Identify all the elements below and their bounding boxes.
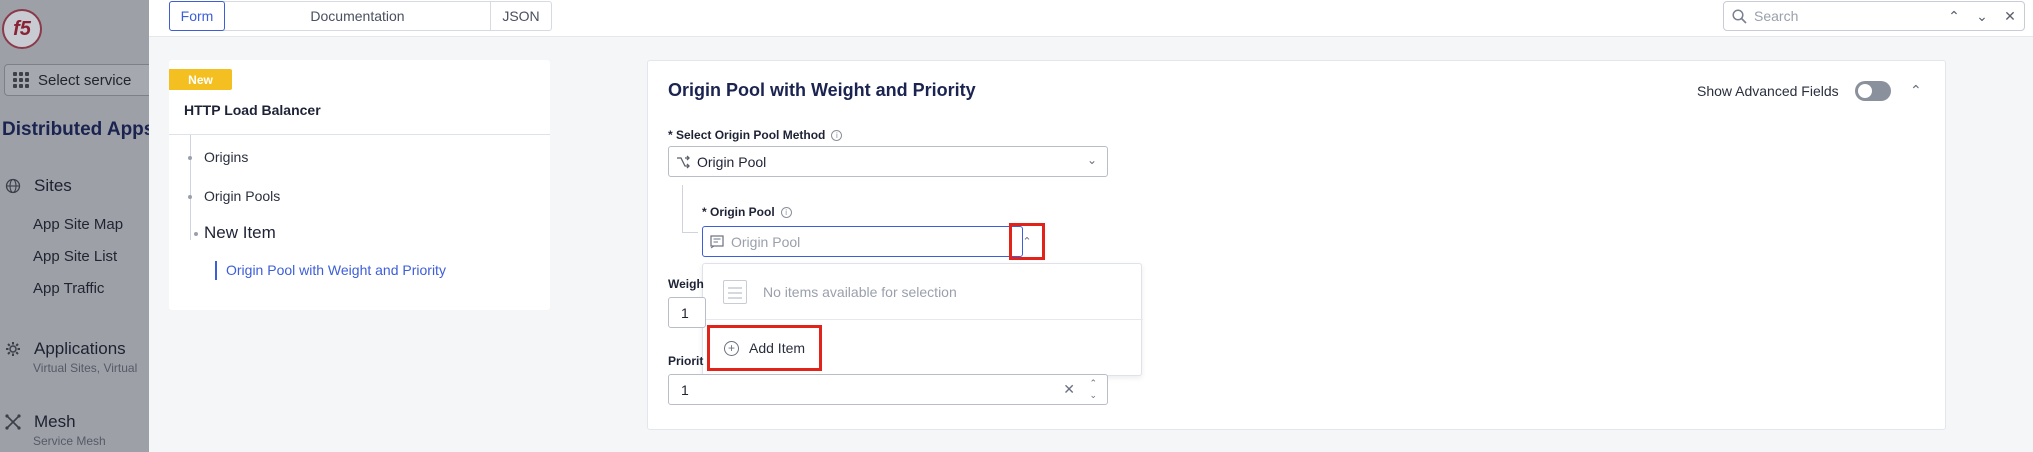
split-arrows-icon: [669, 155, 697, 169]
sidebar-section-label: Sites: [34, 176, 72, 195]
nav-card-title: HTTP Load Balancer: [184, 102, 321, 118]
search-box[interactable]: Search ⌃ ⌄ ✕: [1723, 1, 2025, 31]
tab-form[interactable]: Form: [169, 1, 225, 31]
info-icon[interactable]: i: [831, 130, 843, 142]
empty-list-icon: [723, 279, 747, 304]
sidebar-section-mesh[interactable]: Mesh Service Mesh: [0, 412, 106, 448]
method-select-value: Origin Pool: [697, 153, 767, 170]
add-item-button[interactable]: + Add Item: [707, 325, 822, 371]
f5-logo[interactable]: f5: [2, 9, 42, 49]
origin-pool-dropdown-toggle[interactable]: ⌃: [1009, 223, 1045, 260]
top-bar: Form Documentation JSON Search ⌃ ⌄ ✕: [149, 0, 2033, 37]
list-icon: [703, 234, 731, 249]
tree-dot: [188, 195, 192, 199]
grid-icon: [13, 72, 29, 88]
stepper-icon[interactable]: ⌃ ⌄: [1089, 377, 1097, 401]
origin-pool-field-label: * Origin Pool i: [702, 205, 792, 219]
search-input[interactable]: Search: [1754, 8, 1940, 24]
priority-value: 1: [681, 381, 689, 398]
form-nav-card: New HTTP Load Balancer Origins Origin Po…: [169, 60, 550, 310]
origin-pool-dropdown: No items available for selection + Add I…: [702, 263, 1143, 376]
section-title: Origin Pool with Weight and Priority: [668, 80, 976, 100]
empty-state-text: No items available for selection: [763, 283, 957, 300]
view-tabs: Form Documentation JSON: [169, 1, 552, 31]
tab-documentation[interactable]: Documentation: [225, 2, 491, 30]
gear-icon: [4, 340, 22, 358]
origin-pool-select[interactable]: Origin Pool: [702, 226, 1023, 257]
nav-item-origin-pools[interactable]: Origin Pools: [204, 188, 280, 204]
select-service-button[interactable]: Select service: [4, 64, 149, 96]
globe-icon: [4, 177, 22, 195]
active-indicator: [215, 261, 217, 280]
search-close-icon[interactable]: ✕: [1996, 8, 2024, 25]
sidebar-item-app-traffic[interactable]: App Traffic: [33, 280, 104, 297]
nest-connector: [682, 232, 698, 233]
method-label-text: * Select Origin Pool Method: [668, 128, 826, 142]
origin-pool-label-text: * Origin Pool: [702, 205, 775, 219]
chevron-down-icon: ⌄: [1086, 153, 1097, 167]
tab-json[interactable]: JSON: [491, 2, 551, 30]
sidebar-section-label: Mesh: [34, 412, 76, 431]
search-next-icon[interactable]: ⌄: [1968, 8, 1996, 25]
collapse-chevron-icon[interactable]: ⌃: [1910, 82, 1922, 99]
nav-card-divider: [169, 134, 550, 135]
weight-input[interactable]: 1: [668, 297, 706, 328]
toggle-knob: [1858, 84, 1872, 98]
sidebar-item-app-site-map[interactable]: App Site Map: [33, 216, 123, 233]
sidebar-section-subtitle: Service Mesh: [33, 434, 106, 448]
tree-connector: [190, 135, 191, 240]
weight-field-label: Weigh: [668, 277, 704, 291]
add-item-label: Add Item: [749, 340, 806, 356]
origin-pool-method-select[interactable]: Origin Pool ⌄: [668, 146, 1108, 177]
show-advanced-label: Show Advanced Fields: [1697, 83, 1839, 99]
tree-dot: [194, 232, 198, 236]
select-service-label: Select service: [38, 71, 132, 89]
info-icon[interactable]: i: [780, 207, 792, 219]
workspace-title: Distributed Apps: [2, 119, 149, 140]
nest-connector: [682, 185, 683, 232]
empty-state: No items available for selection: [703, 264, 1143, 320]
sidebar-section-applications[interactable]: Applications Virtual Sites, Virtual: [0, 339, 137, 375]
show-advanced-toggle[interactable]: [1855, 81, 1891, 101]
sidebar-section-sites[interactable]: Sites: [0, 176, 72, 196]
sidebar-section-subtitle: Virtual Sites, Virtual: [33, 361, 138, 375]
app-sidebar: f5 Select service Distributed Apps Sites…: [0, 0, 149, 452]
origin-pool-placeholder: Origin Pool: [731, 233, 801, 250]
nav-item-new-item[interactable]: New Item: [204, 223, 276, 243]
clear-icon[interactable]: ✕: [1063, 381, 1075, 398]
search-prev-icon[interactable]: ⌃: [1940, 8, 1968, 25]
priority-field-label: Priorit: [668, 354, 704, 368]
new-badge: New: [169, 69, 232, 90]
mesh-icon: [4, 413, 22, 431]
search-icon: [1724, 8, 1754, 24]
method-field-label: * Select Origin Pool Method i: [668, 128, 843, 142]
weight-value: 1: [681, 304, 689, 321]
tree-dot: [188, 156, 192, 160]
form-section-card: Origin Pool with Weight and Priority Sho…: [647, 60, 1946, 430]
chevron-up-icon: ⌃: [1022, 236, 1032, 248]
sidebar-section-label: Applications: [34, 339, 126, 358]
plus-circle-icon: +: [724, 340, 739, 356]
priority-input[interactable]: 1 ✕ ⌃ ⌄: [668, 374, 1108, 405]
nav-item-origins[interactable]: Origins: [204, 149, 248, 165]
nav-item-origin-pool-weight-priority[interactable]: Origin Pool with Weight and Priority: [226, 262, 446, 278]
sidebar-item-app-site-list[interactable]: App Site List: [33, 248, 117, 265]
